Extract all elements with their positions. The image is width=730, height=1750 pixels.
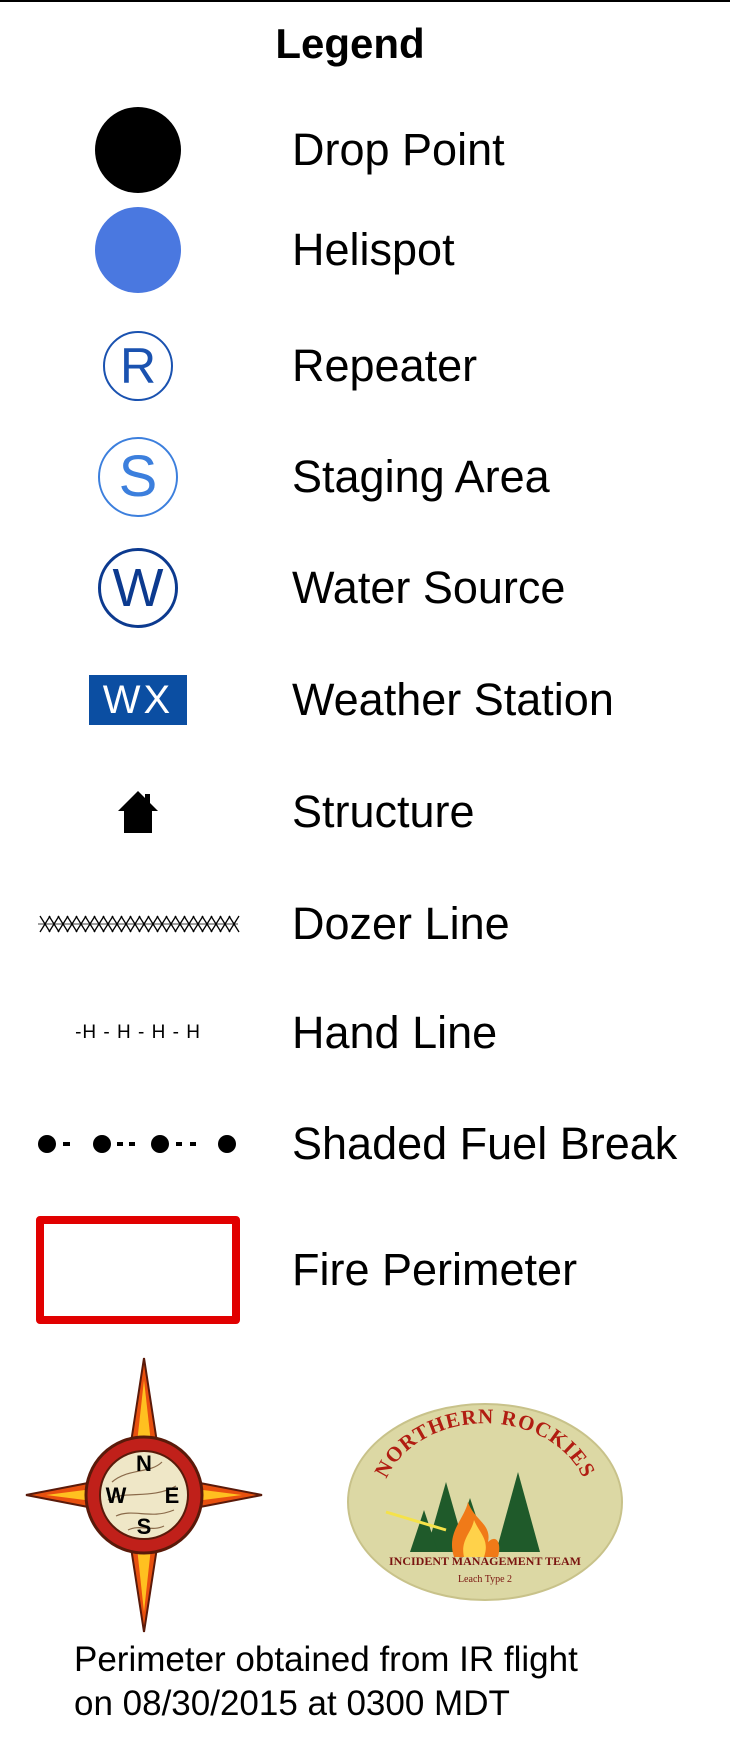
shaded-fuel-break-icon <box>38 1135 236 1153</box>
drop-point-icon <box>95 107 181 193</box>
legend-item-drop-point: Drop Point <box>0 100 730 200</box>
legend-item-hand-line: -H - H - H - H Hand Line <box>0 983 730 1083</box>
weather-station-icon: WX <box>89 675 187 725</box>
legend-item-weather-station: WX Weather Station <box>0 650 730 750</box>
legend-label: Repeater <box>292 340 478 391</box>
hand-line-icon: -H - H - H - H <box>75 1022 201 1043</box>
legend-label: Water Source <box>292 562 566 613</box>
legend-item-structure: Structure <box>0 762 730 862</box>
legend-label: Dozer Line <box>292 898 510 949</box>
fire-perimeter-icon <box>36 1216 240 1324</box>
water-source-icon: W <box>98 548 178 628</box>
compass-south: S <box>137 1514 152 1539</box>
team-logo: NORTHERN ROCKIES INCIDENT MANAGEMENT TEA… <box>347 1403 623 1601</box>
legend-item-helispot: Helispot <box>0 200 730 300</box>
logo-line2: Leach Type 2 <box>458 1574 512 1585</box>
legend-label: Shaded Fuel Break <box>292 1118 678 1169</box>
compass-west: W <box>106 1483 127 1508</box>
staging-area-icon: S <box>98 437 178 517</box>
perimeter-note-line2: on 08/30/2015 at 0300 MDT <box>74 1684 510 1723</box>
legend-label: Fire Perimeter <box>292 1244 578 1295</box>
compass-rose-icon: N E S W <box>25 1357 263 1633</box>
legend-title: Legend <box>275 20 425 67</box>
legend-item-fire-perimeter: Fire Perimeter <box>0 1210 730 1330</box>
repeater-icon: R <box>103 331 173 401</box>
logos-row: N E S W NORTHERN ROCKIES INCIDENT MANAGE… <box>0 1350 730 1640</box>
perimeter-note: Perimeter obtained from IR flight on 08/… <box>74 1638 578 1726</box>
house-icon <box>118 791 158 833</box>
legend-item-repeater: R Repeater <box>0 316 730 416</box>
dozer-line-icon <box>38 915 240 933</box>
top-border <box>0 0 730 2</box>
logo-line1: INCIDENT MANAGEMENT TEAM <box>389 1554 581 1568</box>
legend-item-dozer-line: Dozer Line <box>0 874 730 974</box>
compass-north: N <box>136 1451 152 1476</box>
legend-item-water-source: W Water Source <box>0 538 730 638</box>
legend-label: Staging Area <box>292 451 550 502</box>
legend-label: Helispot <box>292 224 455 275</box>
legend-label: Hand Line <box>292 1007 498 1058</box>
legend-item-shaded-fuel-break: Shaded Fuel Break <box>0 1094 730 1194</box>
perimeter-note-line1: Perimeter obtained from IR flight <box>74 1640 578 1679</box>
legend-item-staging-area: S Staging Area <box>0 427 730 527</box>
legend-label: Weather Station <box>292 674 614 725</box>
legend-label: Structure <box>292 786 475 837</box>
compass-east: E <box>165 1483 180 1508</box>
legend-label: Drop Point <box>292 124 505 175</box>
helispot-icon <box>95 207 181 293</box>
